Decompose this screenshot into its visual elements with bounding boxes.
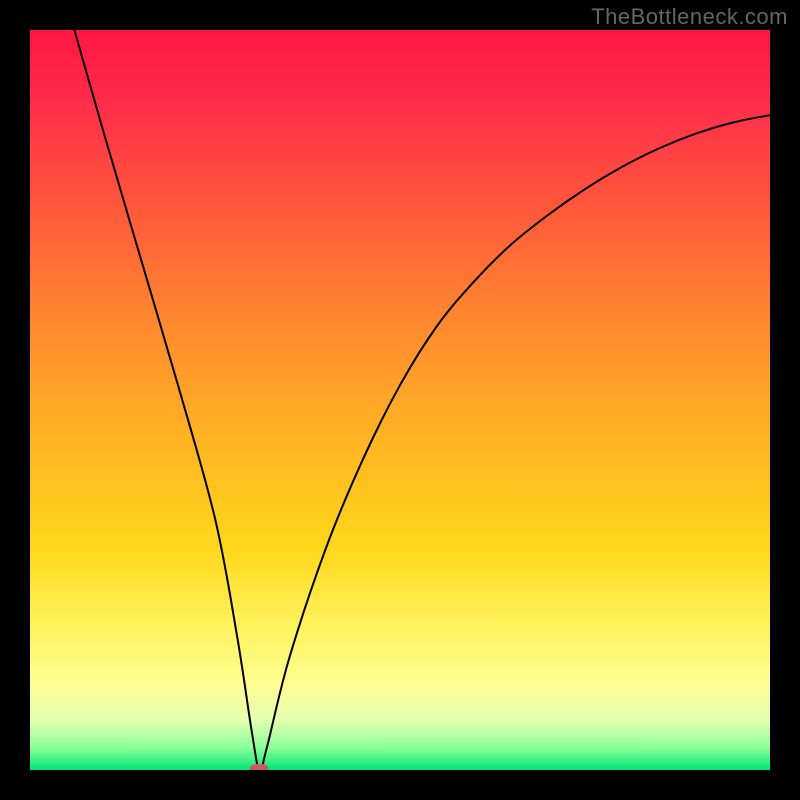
chart-frame: TheBottleneck.com [0,0,800,800]
plot-area [30,30,770,770]
watermark-text: TheBottleneck.com [591,4,788,30]
bottleneck-curve [30,30,770,770]
optimum-marker [250,764,268,770]
